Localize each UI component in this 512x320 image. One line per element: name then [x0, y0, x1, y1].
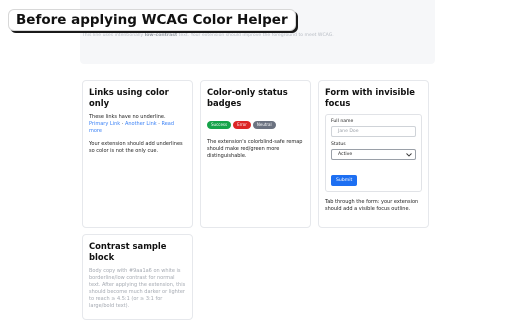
- full-name-input[interactable]: Jane Doe: [331, 126, 416, 137]
- status-badge-error: Error: [233, 120, 251, 129]
- primary-link[interactable]: Primary Link: [89, 121, 120, 127]
- form-card-note: Tab through the form: your extension sho…: [325, 199, 419, 212]
- full-name-label: Full name: [331, 119, 354, 124]
- badge-row: Success Error Neutral: [207, 114, 304, 133]
- low-contrast-notice: This line uses intentionally low-contras…: [82, 33, 334, 38]
- chevron-down-icon: [406, 152, 412, 157]
- status-card-title: Color-only status badges: [207, 87, 288, 108]
- form-card-title: Form with invisible focus: [325, 87, 415, 108]
- demo-form: Full name Jane Doe Status Active Submit: [325, 114, 422, 192]
- form-card: Form with invisible focus Full name Jane…: [318, 80, 429, 228]
- contrast-card-title: Contrast sample block: [89, 241, 167, 262]
- status-label: Status: [331, 142, 346, 147]
- contrast-card: Contrast sample block Body copy with #9a…: [82, 234, 193, 320]
- status-select[interactable]: Active: [331, 149, 416, 160]
- contrast-card-body: Body copy with #9aa1a6 on white is borde…: [89, 268, 186, 309]
- status-badge-success: Success: [207, 120, 232, 129]
- status-badge-neutral: Neutral: [252, 120, 276, 129]
- submit-button[interactable]: Submit: [331, 175, 358, 186]
- links-card: Links using color only These links have …: [82, 80, 193, 228]
- another-link[interactable]: Another Link: [125, 121, 157, 127]
- status-card-note: The extension's colorblind-safe remap sh…: [207, 139, 303, 159]
- status-card: Color-only status badges Success Error Neu…: [200, 80, 311, 228]
- links-card-note: Your extension should add underlines so …: [89, 141, 183, 154]
- links-card-title: Links using color only: [89, 87, 169, 108]
- links-paragraph: These links have no underline. Primary L…: [89, 114, 175, 134]
- page-title: Before applying WCAG Color Helper: [8, 9, 296, 31]
- status-select-value: Active: [338, 152, 353, 157]
